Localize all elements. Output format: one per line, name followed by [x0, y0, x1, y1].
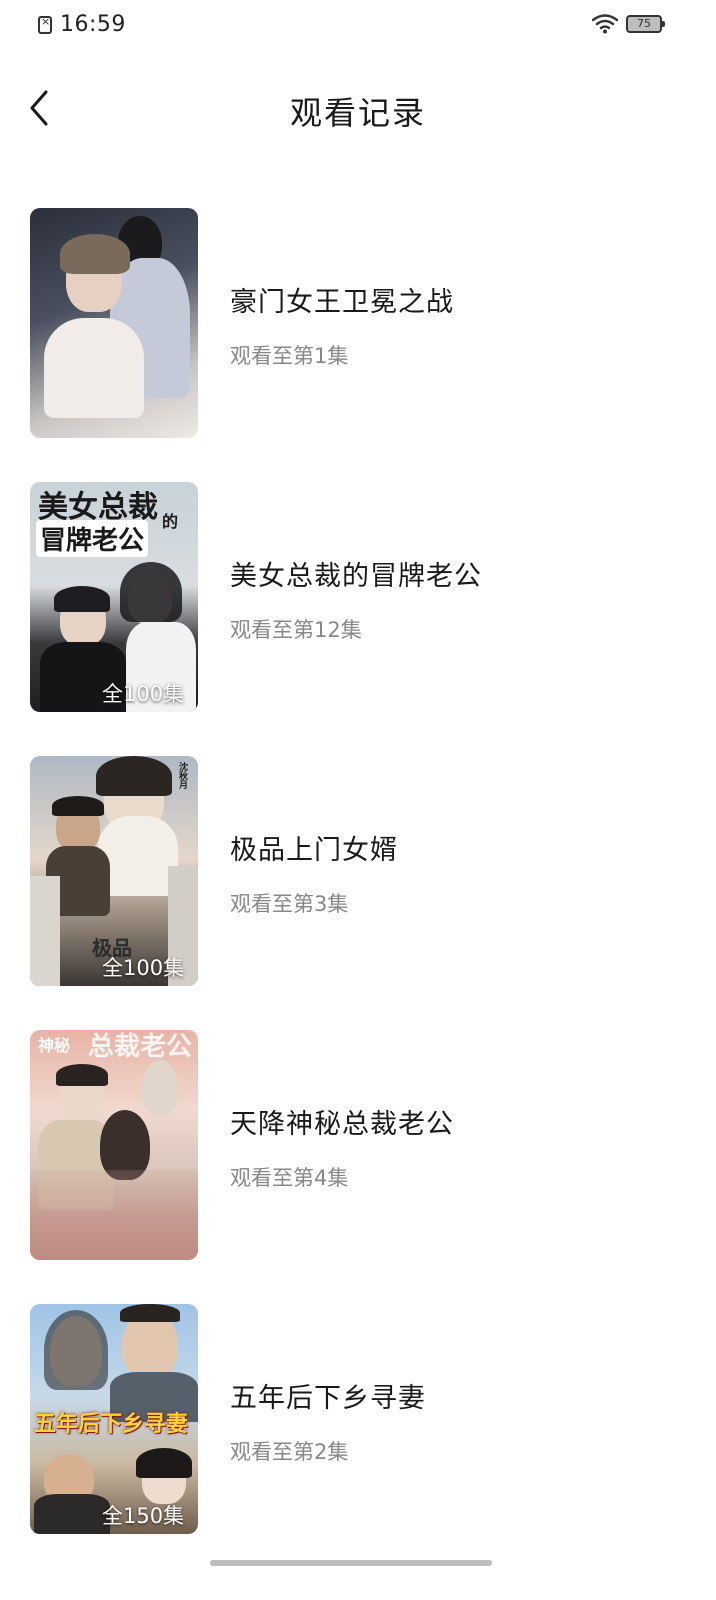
status-right: 75	[591, 14, 665, 34]
header: 观看记录	[0, 70, 716, 150]
status-bar: 16:59 75	[0, 0, 716, 56]
no-sim-icon	[38, 15, 52, 34]
history-progress: 观看至第12集	[230, 618, 362, 642]
history-progress: 观看至第4集	[230, 1166, 349, 1190]
battery-level: 75	[637, 17, 651, 30]
status-left: 16:59	[38, 12, 126, 37]
history-progress: 观看至第1集	[230, 344, 349, 368]
page-title: 观看记录	[289, 94, 426, 132]
poster-text: 冒牌老公	[36, 520, 149, 557]
history-item[interactable]: 美女总裁 的 冒牌老公 全100集 美女总裁的冒牌老公 观看至第12集	[0, 482, 716, 712]
history-title: 极品上门女婿	[230, 835, 398, 866]
episode-count-badge: 全150集	[102, 1504, 185, 1528]
status-time: 16:59	[60, 12, 126, 37]
poster-text: 神秘	[38, 1036, 71, 1055]
episode-count-badge: 全100集	[102, 682, 185, 706]
history-title: 天降神秘总裁老公	[230, 1109, 454, 1140]
poster-text: 总裁老公	[88, 1032, 193, 1062]
history-list: 豪门女王卫冕之战 观看至第1集 美女总裁 的 冒牌老公 全100集 美女总裁的冒…	[0, 208, 716, 1578]
poster-text: 的	[162, 512, 179, 531]
wifi-icon	[591, 14, 619, 34]
history-title: 五年后下乡寻妻	[230, 1383, 426, 1414]
poster-text: 沈秋月	[177, 762, 187, 789]
history-item[interactable]: 极品 沈秋月 全100集 极品上门女婿 观看至第3集	[0, 756, 716, 986]
poster-text: 五年后下乡寻妻	[34, 1412, 189, 1437]
history-progress: 观看至第2集	[230, 1440, 349, 1464]
history-title: 美女总裁的冒牌老公	[230, 561, 482, 592]
history-item[interactable]: 神秘 总裁老公 天降神秘总裁老公 观看至第4集	[0, 1030, 716, 1260]
poster-image	[30, 208, 198, 438]
episode-count-badge: 全100集	[102, 956, 185, 980]
poster-image: 神秘 总裁老公	[30, 1030, 198, 1260]
history-title: 豪门女王卫冕之战	[230, 287, 454, 318]
history-item[interactable]: 五年后下乡寻妻 全150集 五年后下乡寻妻 观看至第2集	[0, 1304, 716, 1534]
history-progress: 观看至第3集	[230, 892, 349, 916]
battery-icon: 75	[626, 15, 665, 33]
home-indicator[interactable]	[210, 1560, 492, 1566]
history-item[interactable]: 豪门女王卫冕之战 观看至第1集	[0, 208, 716, 438]
